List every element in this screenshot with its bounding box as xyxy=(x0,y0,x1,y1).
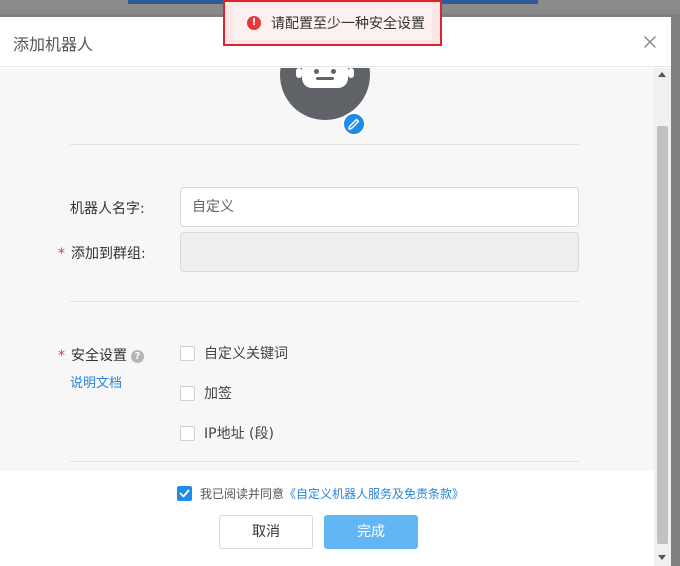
scrollbar[interactable] xyxy=(654,68,671,566)
security-option-ip[interactable]: IP地址 (段) xyxy=(180,424,274,442)
security-option-signature[interactable]: 加签 xyxy=(180,384,232,402)
security-label-row: * 安全设置? xyxy=(58,345,144,365)
checkbox-label: IP地址 (段) xyxy=(204,426,274,442)
dialog-footer: 我已阅读并同意 《自定义机器人服务及免责条款》 取消 完成 xyxy=(0,461,654,566)
checkbox[interactable] xyxy=(180,425,195,441)
avatar-eye-right xyxy=(331,69,336,74)
security-label: 安全设置 xyxy=(71,348,127,364)
robot-face-icon xyxy=(302,68,348,88)
security-option-keyword[interactable]: 自定义关键词 xyxy=(180,344,288,362)
section-divider xyxy=(70,144,579,145)
checkbox-label: 加签 xyxy=(204,386,232,402)
terms-agreement: 我已阅读并同意 《自定义机器人服务及免责条款》 xyxy=(177,485,464,502)
check-icon xyxy=(179,489,190,498)
avatar-eye-left xyxy=(314,69,319,74)
section-divider xyxy=(70,301,579,302)
scroll-up-arrow-icon[interactable] xyxy=(658,72,666,77)
required-mark: * xyxy=(58,246,65,262)
error-icon: ! xyxy=(247,15,261,30)
pencil-icon xyxy=(348,118,360,130)
terms-checkbox[interactable] xyxy=(177,486,192,501)
terms-link[interactable]: 《自定义机器人服务及免责条款》 xyxy=(284,485,464,502)
terms-prefix: 我已阅读并同意 xyxy=(200,487,285,501)
add-robot-dialog: 机器人名字: * 添加到群组: * 安全设置? 说明文档 自定义关键词 加签 IP地… xyxy=(0,17,671,566)
avatar-mouth xyxy=(316,77,334,80)
scroll-down-arrow-icon[interactable] xyxy=(658,555,666,560)
avatar-ear-right xyxy=(348,68,354,78)
dialog-title: 添加机器人 xyxy=(13,35,94,54)
close-button[interactable] xyxy=(640,32,660,52)
checkbox[interactable] xyxy=(180,385,195,401)
done-button[interactable]: 完成 xyxy=(324,515,418,549)
group-select[interactable] xyxy=(180,232,579,272)
checkbox-label: 自定义关键词 xyxy=(204,346,288,362)
cancel-button[interactable]: 取消 xyxy=(219,515,313,549)
help-icon[interactable]: ? xyxy=(131,350,144,363)
toast-message: 请配置至少一种安全设置 xyxy=(271,15,425,32)
required-mark: * xyxy=(58,348,65,364)
scroll-thumb[interactable] xyxy=(657,126,668,544)
robot-name-label: 机器人名字: xyxy=(70,201,145,217)
group-label: 添加到群组: xyxy=(71,246,146,262)
robot-name-input[interactable] xyxy=(180,187,579,227)
edit-avatar-button[interactable] xyxy=(342,112,366,136)
error-toast: ! 请配置至少一种安全设置 xyxy=(223,0,442,46)
dialog-body: 机器人名字: * 添加到群组: * 安全设置? 说明文档 自定义关键词 加签 IP地… xyxy=(0,68,654,471)
section-divider xyxy=(70,461,579,462)
group-label-row: * 添加到群组: xyxy=(58,243,146,263)
toast-content: ! 请配置至少一种安全设置 xyxy=(233,5,432,40)
doc-link[interactable]: 说明文档 xyxy=(70,372,122,391)
close-icon xyxy=(644,36,656,48)
checkbox[interactable] xyxy=(180,345,195,361)
